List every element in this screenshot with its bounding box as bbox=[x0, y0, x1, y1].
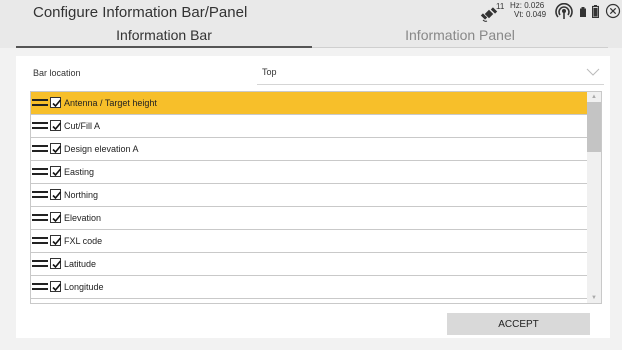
information-items-list[interactable]: Antenna / Target height Cut/Fill A Design … bbox=[30, 91, 602, 304]
satellite-count: 11 bbox=[496, 2, 505, 11]
active-tab-indicator bbox=[16, 46, 312, 48]
list-item-label: Northing bbox=[64, 190, 99, 200]
item-checkbox[interactable] bbox=[50, 281, 62, 292]
list-item-label: Longitude bbox=[64, 282, 104, 292]
hz-precision: Hz: 0.026 bbox=[510, 1, 545, 10]
drag-handle-icon[interactable] bbox=[32, 237, 48, 246]
list-item[interactable]: FXL code bbox=[31, 230, 587, 253]
item-checkbox[interactable] bbox=[50, 258, 62, 269]
drag-handle-icon[interactable] bbox=[32, 168, 48, 177]
list-item[interactable]: Longitude bbox=[31, 276, 587, 299]
list-item-label: Easting bbox=[64, 167, 95, 177]
drag-handle-icon[interactable] bbox=[32, 191, 48, 200]
item-checkbox[interactable] bbox=[50, 189, 62, 200]
vt-precision: Vt: 0.049 bbox=[514, 10, 547, 19]
accept-button[interactable]: ACCEPT bbox=[447, 313, 590, 335]
status-area: 11 Hz: 0.026 Vt: 0.049 bbox=[412, 0, 622, 26]
list-item-label: Elevation bbox=[64, 213, 102, 223]
item-checkbox[interactable] bbox=[50, 166, 62, 177]
item-checkbox[interactable] bbox=[50, 97, 62, 108]
scrollbar-thumb[interactable] bbox=[587, 102, 601, 152]
battery-icon[interactable] bbox=[592, 5, 599, 18]
tab-information-bar[interactable]: Information Bar bbox=[16, 26, 312, 48]
page-title: Configure Information Bar/Panel bbox=[33, 4, 248, 21]
drag-handle-icon[interactable] bbox=[32, 260, 48, 269]
list-item[interactable]: Northing bbox=[31, 184, 587, 207]
list-item[interactable]: Easting bbox=[31, 161, 587, 184]
drag-handle-icon[interactable] bbox=[32, 122, 48, 131]
bar-location-dropdown[interactable]: Top bbox=[257, 62, 604, 85]
bar-location-value: Top bbox=[262, 67, 277, 77]
tab-divider bbox=[312, 47, 608, 48]
drag-handle-icon[interactable] bbox=[32, 214, 48, 223]
radio-icon[interactable] bbox=[555, 3, 573, 21]
list-item-label: Design elevation A bbox=[64, 144, 139, 154]
item-checkbox[interactable] bbox=[50, 235, 62, 246]
list-rows: Antenna / Target height Cut/Fill A Design … bbox=[31, 92, 587, 299]
list-item-label: Antenna / Target height bbox=[64, 98, 157, 108]
list-item-label: Latitude bbox=[64, 259, 97, 269]
scroll-down-icon[interactable]: ▼ bbox=[591, 295, 597, 301]
list-item[interactable]: Latitude bbox=[31, 253, 587, 276]
scrollbar[interactable]: ▲ ▼ bbox=[587, 92, 601, 303]
drag-handle-icon[interactable] bbox=[32, 283, 48, 292]
list-item[interactable]: Design elevation A bbox=[31, 138, 587, 161]
precision-readout[interactable]: Hz: 0.026 Vt: 0.049 bbox=[510, 1, 546, 19]
drag-handle-icon[interactable] bbox=[32, 99, 48, 108]
list-item[interactable]: Antenna / Target height bbox=[31, 92, 587, 115]
bar-location-label: Bar location bbox=[33, 68, 81, 78]
list-item[interactable]: Cut/Fill A bbox=[31, 115, 587, 138]
tab-information-panel[interactable]: Information Panel bbox=[312, 26, 608, 48]
drag-handle-icon[interactable] bbox=[32, 145, 48, 154]
item-checkbox[interactable] bbox=[50, 212, 62, 223]
list-item[interactable]: Elevation bbox=[31, 207, 587, 230]
battery-icon[interactable] bbox=[580, 7, 586, 17]
list-item-label: Cut/Fill A bbox=[64, 121, 101, 131]
item-checkbox[interactable] bbox=[50, 143, 62, 154]
title-bar: Configure Information Bar/Panel 11 Hz: 0… bbox=[0, 0, 622, 48]
chevron-down-icon bbox=[586, 68, 600, 76]
close-icon[interactable] bbox=[605, 3, 621, 19]
scroll-up-icon[interactable]: ▲ bbox=[591, 94, 597, 100]
list-item-label: FXL code bbox=[64, 236, 103, 246]
item-checkbox[interactable] bbox=[50, 120, 62, 131]
